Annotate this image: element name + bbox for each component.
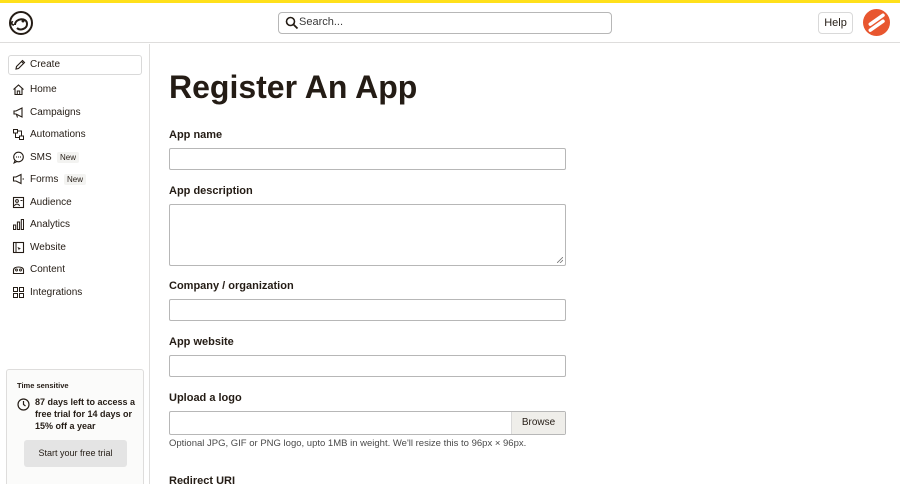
sidebar-item-label: Content — [30, 264, 66, 275]
megaphone-icon — [13, 106, 23, 118]
sidebar-item-automations[interactable]: Automations — [0, 124, 150, 147]
sidebar-item-sms[interactable]: SMS New — [0, 147, 150, 170]
mailchimp-logo-icon[interactable] — [8, 10, 34, 36]
clock-icon — [17, 398, 30, 411]
sidebar-item-label: Home — [30, 84, 57, 95]
form-icon — [12, 173, 24, 185]
trial-card: Time sensitive 87 days left to access a … — [6, 369, 144, 484]
pencil-icon — [15, 59, 26, 70]
app-name-input[interactable] — [169, 148, 566, 170]
upload-hint: Optional JPG, GIF or PNG logo, upto 1MB … — [169, 438, 527, 449]
new-badge: New — [64, 174, 87, 185]
sidebar-item-content[interactable]: Content — [0, 259, 150, 282]
search-placeholder: Search... — [299, 16, 344, 28]
sidebar-item-website[interactable]: Website — [0, 237, 150, 260]
resize-handle-icon[interactable] — [557, 257, 563, 263]
sidebar-item-label: Campaigns — [30, 106, 81, 118]
sidebar-item-label: Audience — [30, 196, 72, 208]
avatar[interactable] — [863, 9, 890, 36]
upload-logo-field[interactable]: Browse — [169, 411, 566, 435]
audience-icon — [12, 196, 25, 208]
chat-icon — [13, 151, 24, 164]
home-icon — [13, 84, 24, 96]
top-bar: Search... Help — [0, 3, 900, 43]
sidebar-item-campaigns[interactable]: Campaigns — [0, 102, 150, 125]
app-description-label: App description — [169, 185, 253, 197]
redirect-uri-label: Redirect URI — [169, 475, 236, 484]
bar-chart-icon — [13, 219, 25, 230]
grid-icon — [13, 286, 24, 298]
upload-logo-label: Upload a logo — [169, 392, 242, 404]
sidebar-item-label: Integrations — [30, 286, 83, 298]
new-badge: New — [57, 151, 80, 163]
sidebar-item-label: Forms — [30, 174, 59, 185]
search-icon — [285, 16, 299, 30]
sidebar-item-audience[interactable]: Audience — [0, 192, 150, 215]
sidebar-item-home[interactable]: Home — [0, 79, 150, 102]
create-button[interactable]: Create — [8, 55, 142, 75]
app-website-label: App website — [169, 336, 234, 348]
browse-button[interactable]: Browse — [511, 412, 565, 434]
time-sensitive-label: Time sensitive — [17, 381, 69, 390]
avatar-icon — [863, 9, 890, 36]
search-input[interactable]: Search... — [278, 12, 612, 34]
app-name-label: App name — [169, 129, 223, 141]
page-title: Register An App — [169, 69, 418, 105]
company-input[interactable] — [169, 299, 566, 321]
sidebar-item-label: Automations — [30, 129, 86, 140]
create-label: Create — [30, 59, 61, 70]
content-icon — [12, 266, 25, 275]
start-trial-button[interactable]: Start your free trial — [24, 440, 127, 467]
sidebar-nav: Home Campaigns Automations SMS New Forms… — [0, 79, 150, 304]
automations-icon — [13, 129, 24, 140]
help-button[interactable]: Help — [818, 12, 853, 34]
trial-message: 87 days left to access a free trial for … — [35, 397, 136, 431]
app-website-input[interactable] — [169, 355, 566, 377]
sidebar-item-label: SMS — [30, 151, 52, 163]
sidebar-item-integrations[interactable]: Integrations — [0, 282, 150, 305]
sidebar-item-analytics[interactable]: Analytics — [0, 214, 150, 237]
sidebar-item-forms[interactable]: Forms New — [0, 169, 150, 192]
sidebar-item-label: Website — [30, 241, 66, 253]
company-label: Company / organization — [169, 280, 294, 292]
sidebar-item-label: Analytics — [30, 219, 71, 230]
website-icon — [12, 241, 25, 253]
app-description-textarea[interactable] — [169, 204, 566, 266]
